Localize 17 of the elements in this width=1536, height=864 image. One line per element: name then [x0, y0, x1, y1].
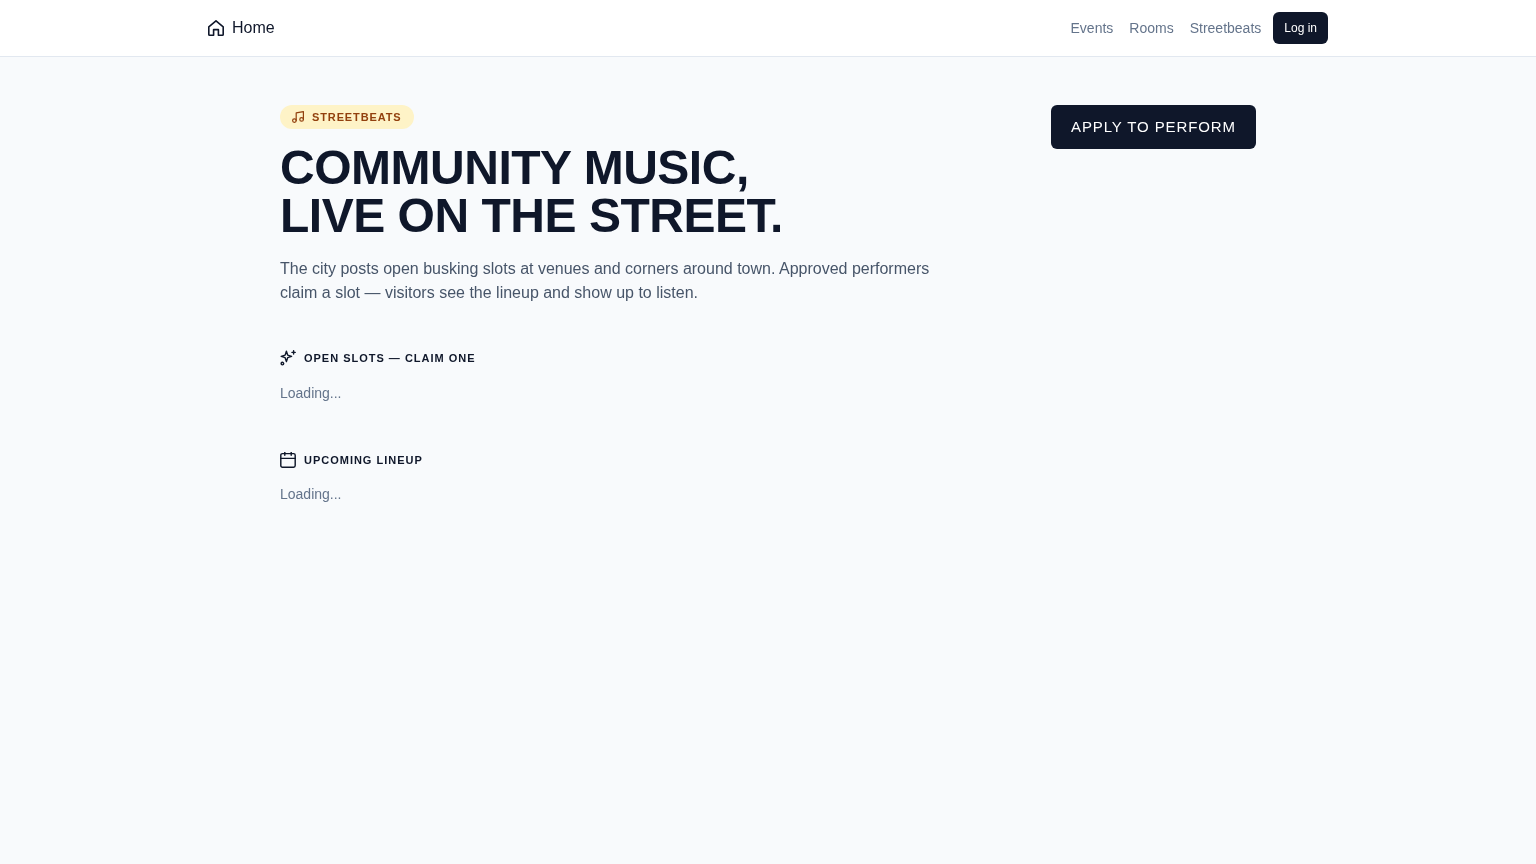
music-note-icon: [292, 111, 304, 123]
nav-link[interactable]: Rooms: [1129, 17, 1174, 39]
home-link[interactable]: Home: [208, 16, 275, 40]
sparkle-icon: [280, 350, 296, 367]
login-button[interactable]: Log in: [1273, 12, 1328, 44]
calendar-icon: [280, 451, 296, 468]
home-icon: [208, 20, 224, 36]
loading-text: Loading...: [280, 485, 343, 504]
category-badge: STREETBEATS: [280, 105, 414, 129]
nav-link[interactable]: Streetbeats: [1189, 17, 1262, 39]
nav-link[interactable]: Events: [1070, 17, 1114, 39]
page-heading: COMMUNITY MUSIC, LIVE ON THE STREET.: [280, 144, 784, 240]
section-heading: OPEN SLOTS — CLAIM ONE: [304, 351, 476, 366]
loading-text: Loading...: [280, 383, 343, 403]
section-heading: UPCOMING LINEUP: [304, 452, 423, 468]
intro-paragraph: The city posts open busking slots at venues and corners around town. Approved performers claim a slot — visitors see the lineup and show up to listen.: [280, 259, 931, 303]
apply-button[interactable]: APPLY TO PERFORM: [1051, 105, 1256, 149]
